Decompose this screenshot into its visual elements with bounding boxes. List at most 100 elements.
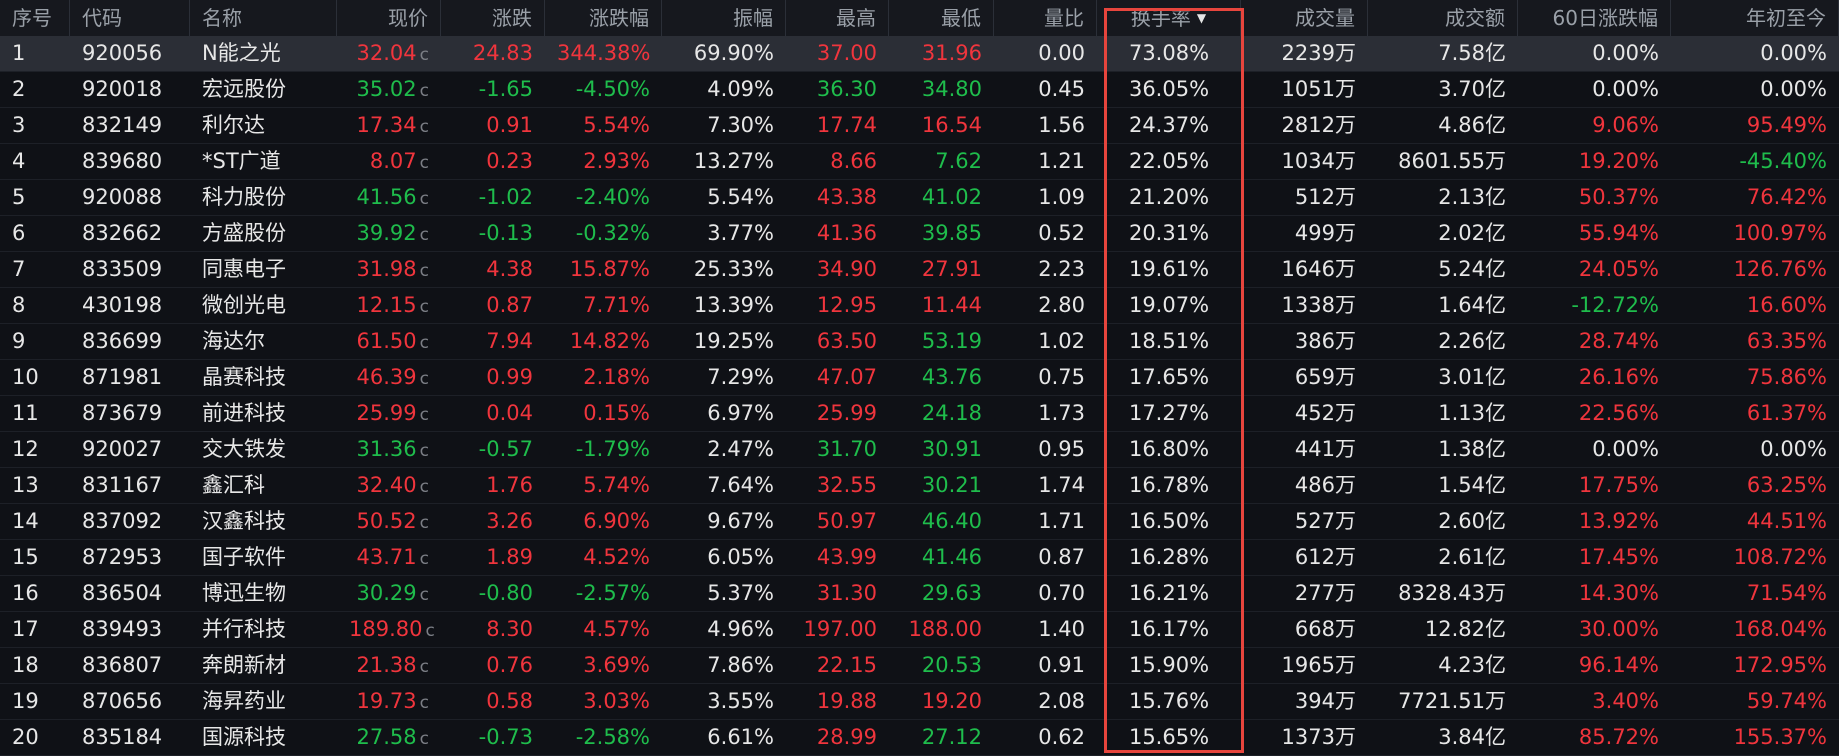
- table-row[interactable]: 6 832662 方盛股份 39.92 c -0.13 -0.32% 3.77% 41.36 39…: [0, 216, 1839, 252]
- table-row[interactable]: 7 833509 同惠电子 31.98 c 4.38 15.87% 25.33% 34.90 27…: [0, 252, 1839, 288]
- cell-amplitude: 13.39%: [662, 288, 786, 324]
- cell-high: 43.38: [786, 180, 889, 216]
- cell-amplitude: 5.54%: [662, 180, 786, 216]
- header-amplitude[interactable]: 振幅: [662, 0, 786, 36]
- cell-pct: 344.38%: [545, 36, 662, 72]
- header-idx[interactable]: 序号: [0, 0, 70, 36]
- table-row[interactable]: 14 837092 汉鑫科技 50.52 c 3.26 6.90% 9.67% 50.97 46.…: [0, 504, 1839, 540]
- header-low[interactable]: 最低: [889, 0, 994, 36]
- cell-change: 0.87: [441, 288, 545, 324]
- cell-value: 63.35%: [1746, 329, 1827, 353]
- header-turnover[interactable]: 换手率 ▼: [1097, 0, 1241, 36]
- cell-d60: 3.40%: [1518, 684, 1671, 720]
- cell-value: 612万: [1294, 545, 1356, 569]
- cell-amount: 7.58亿: [1368, 36, 1518, 72]
- header-label: 振幅: [733, 6, 773, 30]
- cell-turnover: 19.07%: [1097, 288, 1241, 324]
- header-name[interactable]: 名称: [190, 0, 337, 36]
- cell-amplitude: 3.77%: [662, 216, 786, 252]
- cell-code: 833509: [70, 252, 190, 288]
- header-code[interactable]: 代码: [70, 0, 190, 36]
- cell-value: 4.57%: [583, 617, 650, 641]
- cell-value: 44.51%: [1746, 509, 1827, 533]
- table-row[interactable]: 17 839493 并行科技 189.80 c 8.30 4.57% 4.96% 197.00 1…: [0, 612, 1839, 648]
- cell-value: 20.31%: [1128, 221, 1210, 245]
- cell-value: 28.74%: [1578, 329, 1659, 353]
- header-amount[interactable]: 成交额: [1368, 0, 1518, 36]
- header-change[interactable]: 涨跌: [441, 0, 545, 36]
- cell-price: 50.52 c: [337, 504, 441, 540]
- cell-value: 1965万: [1281, 653, 1356, 677]
- cell-high: 22.15: [786, 648, 889, 684]
- table-row[interactable]: 8 430198 微创光电 12.15 c 0.87 7.71% 13.39% 12.95 11.…: [0, 288, 1839, 324]
- cell-code: 872953: [70, 540, 190, 576]
- cell-name: 科力股份: [190, 180, 337, 216]
- cell-value: 19.25%: [693, 329, 774, 353]
- cell-turnover: 19.61%: [1097, 252, 1241, 288]
- cell-value: 0.91: [486, 113, 533, 137]
- table-row[interactable]: 20 835184 国源科技 27.58 c -0.73 -2.58% 6.61% 28.99 2…: [0, 720, 1839, 756]
- header-high[interactable]: 最高: [786, 0, 889, 36]
- table-row[interactable]: 1 920056 N能之光 32.04 c 24.83 344.38% 69.90% 37.00…: [0, 36, 1839, 72]
- table-row[interactable]: 3 832149 利尔达 17.34 c 0.91 5.54% 7.30% 17.74 16.54…: [0, 108, 1839, 144]
- cell-value: 7.86%: [707, 653, 774, 677]
- cell-value: -45.40%: [1739, 149, 1827, 173]
- cell-value: 利尔达: [202, 113, 265, 137]
- table-row[interactable]: 2 920018 宏远股份 35.02 c -1.65 -4.50% 4.09% 36.30 34…: [0, 72, 1839, 108]
- cell-pct: 15.87%: [545, 252, 662, 288]
- header-volume[interactable]: 成交量: [1241, 0, 1368, 36]
- cell-value: 75.86%: [1746, 365, 1827, 389]
- cell-amount: 5.24亿: [1368, 252, 1518, 288]
- cell-volratio: 1.02: [994, 324, 1097, 360]
- cell-value: 41.02: [921, 185, 982, 209]
- cell-d60: 22.56%: [1518, 396, 1671, 432]
- header-label: 换手率: [1130, 6, 1191, 30]
- cell-value: 25.33%: [693, 257, 774, 281]
- header-d60[interactable]: 60日涨跌幅: [1518, 0, 1671, 36]
- price-suffix: c: [419, 441, 429, 461]
- price-suffix: c: [419, 549, 429, 569]
- table-row[interactable]: 11 873679 前进科技 25.99 c 0.04 0.15% 6.97% 25.99 24.…: [0, 396, 1839, 432]
- table-row[interactable]: 16 836504 博迅生物 30.29 c -0.80 -2.57% 5.37% 31.30 2…: [0, 576, 1839, 612]
- table-row[interactable]: 4 839680 *ST广道 8.07 c 0.23 2.93% 13.27% 8.66 7.62…: [0, 144, 1839, 180]
- table-row[interactable]: 12 920027 交大铁发 31.36 c -0.57 -1.79% 2.47% 31.70 3…: [0, 432, 1839, 468]
- cell-value: 1646万: [1281, 257, 1356, 281]
- table-row[interactable]: 10 871981 晶赛科技 46.39 c 0.99 2.18% 7.29% 47.07 43.…: [0, 360, 1839, 396]
- cell-value: 76.42%: [1746, 185, 1827, 209]
- cell-value: 155.37%: [1733, 725, 1827, 749]
- header-price[interactable]: 现价: [337, 0, 441, 36]
- cell-name: 海昇药业: [190, 684, 337, 720]
- table-row[interactable]: 19 870656 海昇药业 19.73 c 0.58 3.03% 3.55% 19.88 19.…: [0, 684, 1839, 720]
- cell-volume: 2812万: [1241, 108, 1368, 144]
- header-volratio[interactable]: 量比: [994, 0, 1097, 36]
- cell-value: 7: [12, 257, 26, 281]
- table-row[interactable]: 15 872953 国子软件 43.71 c 1.89 4.52% 6.05% 43.99 41.…: [0, 540, 1839, 576]
- table-row[interactable]: 13 831167 鑫汇科 32.40 c 1.76 5.74% 7.64% 32.55 30.2…: [0, 468, 1839, 504]
- cell-value: 32.04: [356, 41, 417, 65]
- table-row[interactable]: 18 836807 奔朗新材 21.38 c 0.76 3.69% 7.86% 22.15 20.…: [0, 648, 1839, 684]
- cell-value: 2812万: [1281, 113, 1356, 137]
- cell-low: 27.12: [889, 720, 994, 756]
- cell-amount: 3.70亿: [1368, 72, 1518, 108]
- cell-value: 2.61亿: [1438, 545, 1506, 569]
- table-row[interactable]: 9 836699 海达尔 61.50 c 7.94 14.82% 19.25% 63.50 53.…: [0, 324, 1839, 360]
- cell-value: 18.51%: [1128, 329, 1210, 353]
- cell-value: 499万: [1294, 221, 1356, 245]
- cell-amount: 2.02亿: [1368, 216, 1518, 252]
- cell-value: 28.99: [816, 725, 877, 749]
- cell-name: *ST广道: [190, 144, 337, 180]
- cell-ytd: 168.04%: [1671, 612, 1839, 648]
- cell-value: -4.50%: [575, 77, 650, 101]
- cell-value: 同惠电子: [202, 257, 286, 281]
- cell-d60: 17.75%: [1518, 468, 1671, 504]
- cell-high: 36.30: [786, 72, 889, 108]
- header-ytd[interactable]: 年初至今: [1671, 0, 1839, 36]
- cell-turnover: 16.28%: [1097, 540, 1241, 576]
- table-row[interactable]: 5 920088 科力股份 41.56 c -1.02 -2.40% 5.54% 43.38 41…: [0, 180, 1839, 216]
- cell-volratio: 1.40: [994, 612, 1097, 648]
- header-pct[interactable]: 涨跌幅: [545, 0, 662, 36]
- cell-value: 7.29%: [707, 365, 774, 389]
- cell-amount: 2.13亿: [1368, 180, 1518, 216]
- cell-turnover: 16.80%: [1097, 432, 1241, 468]
- cell-value: -12.72%: [1571, 293, 1659, 317]
